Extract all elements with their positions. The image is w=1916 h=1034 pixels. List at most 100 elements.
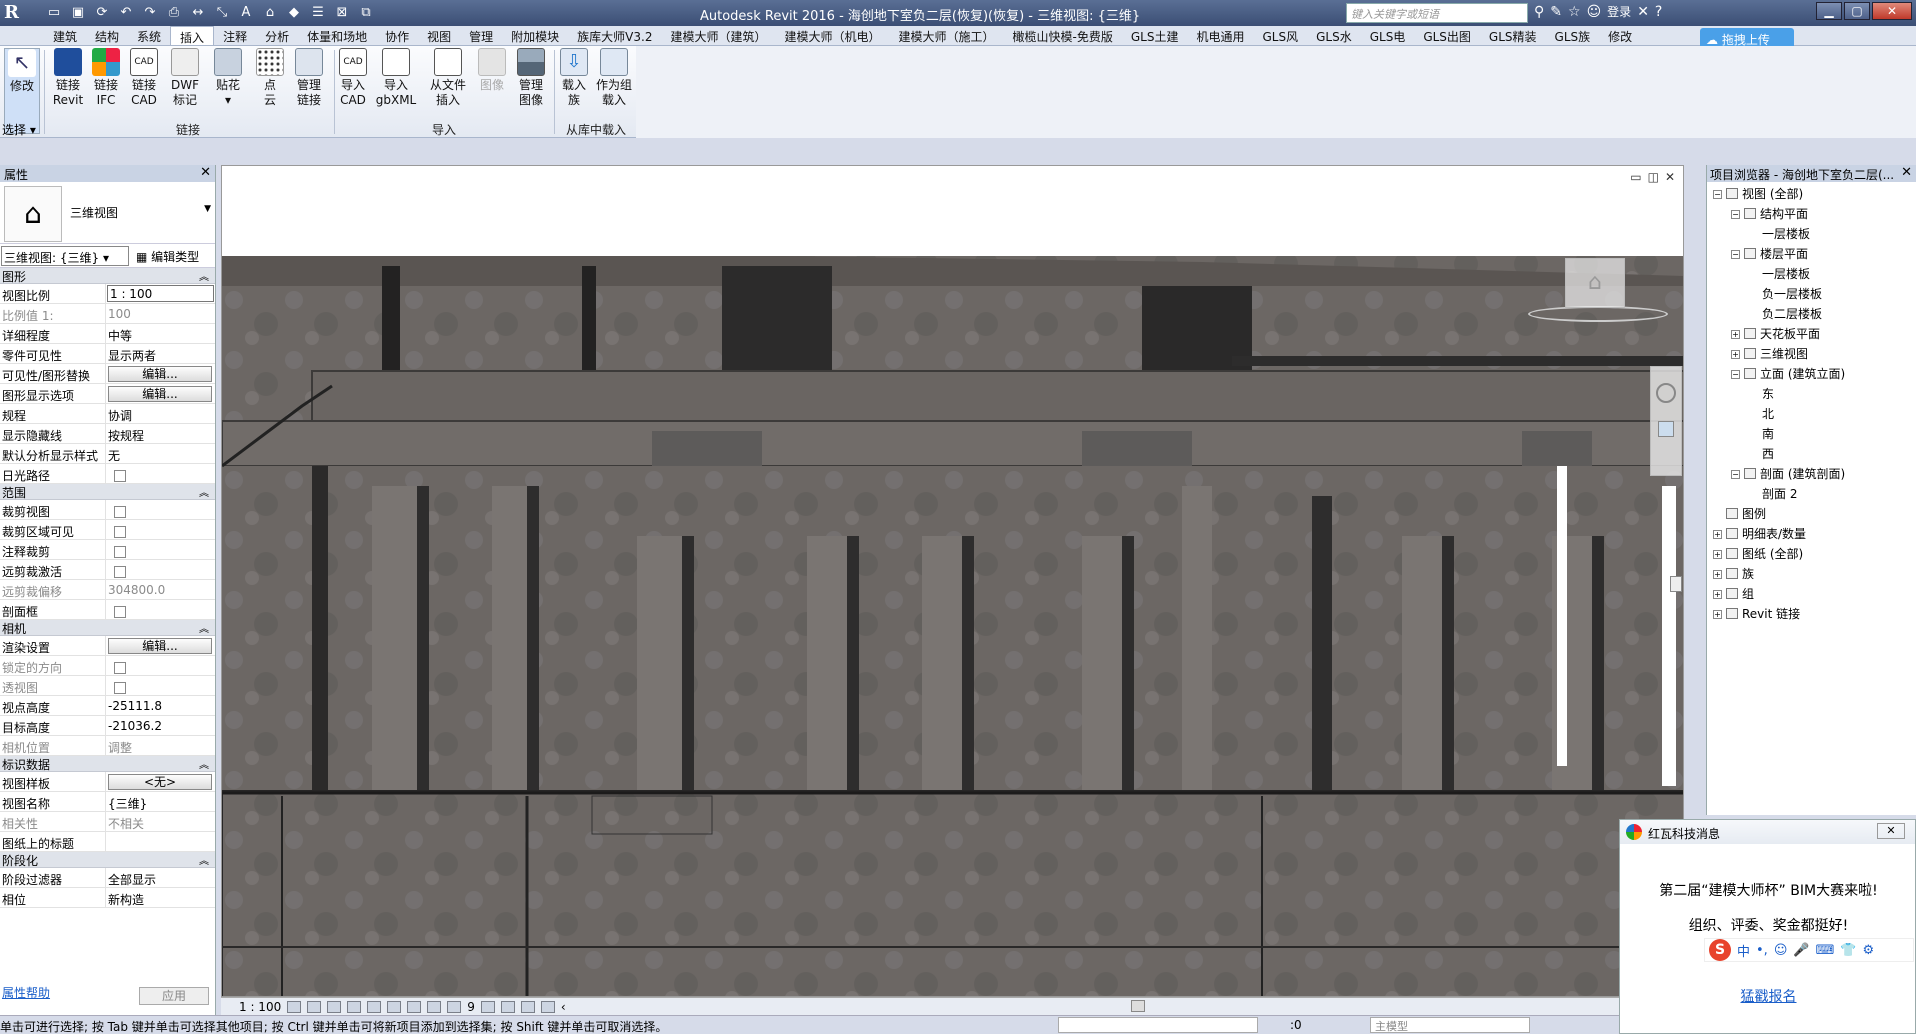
hidden-elements-count[interactable]: 9 <box>467 1000 475 1014</box>
browser-node[interactable]: + 组 <box>1707 582 1916 602</box>
ribbon-tab[interactable]: 建模大师（建筑） <box>661 26 775 45</box>
expand-icon[interactable]: + <box>1713 570 1722 579</box>
browser-node[interactable]: + 族 <box>1707 562 1916 582</box>
subscription-icon[interactable]: ✎ <box>1550 4 1562 20</box>
switch-windows-icon[interactable]: ⧉ <box>356 3 376 23</box>
ribbon-tab[interactable]: GLS电 <box>1361 26 1415 45</box>
expand-icon[interactable]: + <box>1713 610 1722 619</box>
sogou-ime-icon[interactable]: S <box>1709 939 1731 961</box>
skin-icon[interactable]: 👕 <box>1840 943 1856 958</box>
dimension-icon[interactable]: ⤡ <box>212 3 232 23</box>
load-as-group-button[interactable]: 作为组 载入 <box>594 48 634 108</box>
load-family-button[interactable]: ⇩ 载入族 <box>556 48 592 108</box>
restore-view-icon[interactable]: ▭ <box>1630 170 1641 184</box>
steering-wheel-icon[interactable] <box>1656 383 1676 403</box>
minimize-button[interactable]: ▁ <box>1816 2 1842 20</box>
edit-type-button[interactable]: ▦ 编辑类型 <box>136 248 199 265</box>
crop-view-icon[interactable] <box>387 1000 402 1013</box>
ribbon-tab[interactable]: 修改 <box>1599 26 1641 45</box>
thin-lines-icon[interactable]: ☰ <box>308 3 328 23</box>
favorites-star-icon[interactable]: ☆ <box>1568 4 1581 20</box>
sun-path-icon[interactable] <box>327 1000 342 1013</box>
workset-dropdown[interactable] <box>1058 1017 1258 1033</box>
3d-view-icon[interactable]: ⌂ <box>260 3 280 23</box>
ribbon-tab[interactable]: GLS精装 <box>1480 26 1546 45</box>
display-options-edit-button[interactable]: 编辑... <box>108 386 212 402</box>
browser-node[interactable]: 负二层楼板 <box>1707 302 1916 322</box>
apply-button[interactable]: 应用 <box>139 987 209 1005</box>
browser-node[interactable]: − 剖面 (建筑剖面) <box>1707 462 1916 482</box>
shadows-icon[interactable] <box>347 1000 362 1013</box>
view-instance-select[interactable]: 三维视图: {三维} ▾ <box>1 246 129 266</box>
close-hidden-icon[interactable]: ⊠ <box>332 3 352 23</box>
maximize-button[interactable]: ▢ <box>1844 2 1870 20</box>
render-icon[interactable] <box>367 1000 382 1013</box>
3d-viewport[interactable]: ▭ ◫ ✕ ⌂ <box>221 165 1684 997</box>
viewcube-icon[interactable]: ⌂ <box>1565 258 1625 308</box>
open-icon[interactable]: ▭ <box>44 3 64 23</box>
collapse-icon[interactable]: − <box>1731 250 1740 259</box>
browser-node[interactable]: 西 <box>1707 442 1916 462</box>
detail-level-value[interactable]: 中等 <box>106 324 215 343</box>
crop-view-checkbox[interactable] <box>114 506 126 518</box>
browser-node[interactable]: 负一层楼板 <box>1707 282 1916 302</box>
login-link[interactable]: 登录 <box>1607 3 1631 20</box>
browser-node[interactable]: + 明细表/数量 <box>1707 522 1916 542</box>
collapse-icon[interactable]: − <box>1713 190 1722 199</box>
view-template-button[interactable]: <无> <box>108 774 212 790</box>
ribbon-tab[interactable]: 建模大师（施工） <box>890 26 1004 45</box>
vertical-scrollbar-thumb[interactable] <box>1670 576 1682 592</box>
sync-icon[interactable]: ⟳ <box>92 3 112 23</box>
lock-3d-icon[interactable] <box>427 1000 442 1013</box>
browser-node[interactable]: + 天花板平面 <box>1707 322 1916 342</box>
visual-style-icon[interactable] <box>307 1000 322 1013</box>
import-cad-button[interactable]: CAD 导入 CAD <box>334 48 372 108</box>
horizontal-scrollbar-thumb[interactable] <box>1131 1000 1145 1012</box>
worksharing-icon[interactable] <box>540 1000 555 1013</box>
ribbon-tab[interactable]: 橄榄山快模-免费版 <box>1004 26 1122 45</box>
link-revit-button[interactable]: 链接 Revit <box>50 48 86 108</box>
expand-icon[interactable]: + <box>1731 350 1740 359</box>
dwf-markup-button[interactable]: DWF 标记 <box>166 48 204 108</box>
user-icon[interactable]: ☺ <box>1587 4 1602 20</box>
close-view-icon[interactable]: ✕ <box>1665 170 1675 184</box>
analytical-model-icon[interactable] <box>500 1000 515 1013</box>
close-window-button[interactable]: ✕ <box>1872 2 1912 20</box>
ribbon-tab[interactable]: 插入 <box>170 26 215 45</box>
decal-button[interactable]: 贴花 ▾ <box>210 48 246 108</box>
section-camera[interactable]: 相机 ︽ <box>0 620 215 636</box>
target-elevation-value[interactable]: -21036.2 <box>106 716 215 735</box>
design-option-dropdown[interactable]: 主模型 <box>1370 1017 1530 1033</box>
browser-node[interactable]: + 三维视图 <box>1707 342 1916 362</box>
ime-chinese-toggle[interactable]: 中 <box>1737 941 1750 960</box>
scroll-left-icon[interactable]: ‹ <box>561 1000 566 1014</box>
highlight-displacement-icon[interactable] <box>520 1000 535 1013</box>
expand-icon[interactable]: + <box>1713 590 1722 599</box>
browser-node[interactable]: 一层楼板 <box>1707 222 1916 242</box>
vg-edit-button[interactable]: 编辑... <box>108 366 212 382</box>
register-link[interactable]: 猛戳报名 <box>1620 986 1916 1006</box>
point-cloud-button[interactable]: 点云 <box>252 48 288 108</box>
section-icon[interactable]: ◆ <box>284 3 304 23</box>
browser-node[interactable]: − 视图 (全部) <box>1707 182 1916 202</box>
ribbon-tab[interactable]: 体量和场地 <box>298 26 376 45</box>
browser-node[interactable]: 南 <box>1707 422 1916 442</box>
browser-node[interactable]: − 立面 (建筑立面) <box>1707 362 1916 382</box>
save-icon[interactable]: ▣ <box>68 3 88 23</box>
browser-node[interactable]: + Revit 链接 <box>1707 602 1916 622</box>
view-name-value[interactable]: {三维} <box>106 792 215 811</box>
close-icon[interactable]: ✕ <box>1901 165 1912 180</box>
zoom-icon[interactable] <box>1658 421 1674 437</box>
discipline-value[interactable]: 协调 <box>106 404 215 423</box>
browser-node[interactable]: 一层楼板 <box>1707 262 1916 282</box>
ime-settings-icon[interactable]: ⚙ <box>1863 943 1875 958</box>
revit-logo-icon[interactable]: R <box>4 2 38 24</box>
sun-path-checkbox[interactable] <box>114 470 126 482</box>
undo-icon[interactable]: ↶ <box>116 3 136 23</box>
reveal-hidden-icon[interactable] <box>480 1000 495 1013</box>
redo-icon[interactable]: ↷ <box>140 3 160 23</box>
type-selector[interactable]: ⌂ 三维视图 ▼ <box>0 182 215 244</box>
crop-visible-checkbox[interactable] <box>114 526 126 538</box>
binoculars-icon[interactable]: ⚲ <box>1534 4 1544 20</box>
section-phasing[interactable]: 阶段化 ︽ <box>0 852 215 868</box>
